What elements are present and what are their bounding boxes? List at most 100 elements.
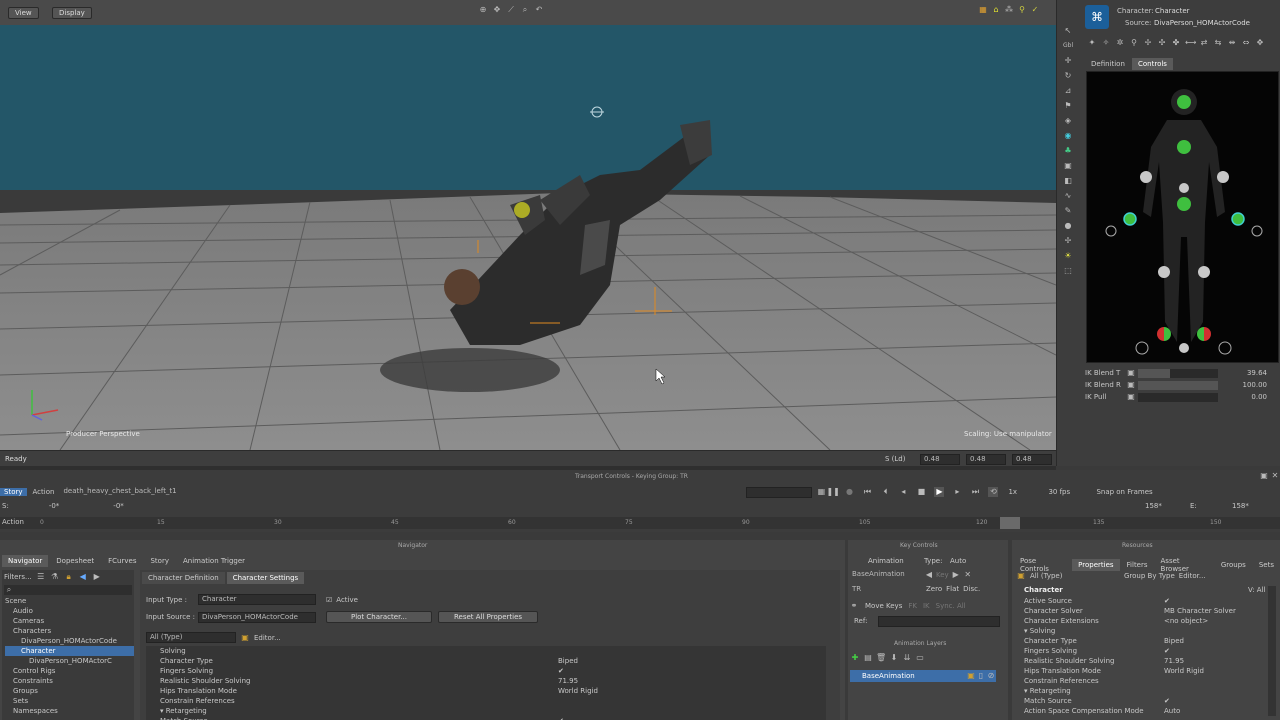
tab-animation-trigger[interactable]: Animation Trigger: [177, 555, 251, 567]
tab-groups[interactable]: Groups: [1215, 559, 1252, 571]
keying-group-select[interactable]: TR: [849, 585, 919, 596]
move-tool-icon[interactable]: ✥: [492, 5, 502, 15]
ik-slider[interactable]: [1138, 380, 1218, 390]
tab-story[interactable]: Story: [144, 555, 175, 567]
search-row[interactable]: ⌕: [4, 585, 132, 595]
property-row[interactable]: Character Solver MB Character Solver: [1016, 606, 1266, 616]
property-row[interactable]: ▾ Retargeting: [1016, 686, 1266, 696]
property-value[interactable]: World Rigid: [558, 686, 598, 696]
pivot-icon[interactable]: ✢: [1063, 236, 1073, 246]
goto-end-icon[interactable]: ⏭: [970, 487, 980, 497]
tab-properties[interactable]: Properties: [1072, 559, 1120, 571]
property-value[interactable]: ✔: [1164, 696, 1170, 706]
lock-icon[interactable]: ▣: [240, 633, 250, 643]
tree-item[interactable]: Control Rigs: [5, 666, 134, 676]
ik-value[interactable]: 39.64: [1247, 368, 1267, 378]
view-all[interactable]: V: All: [1248, 586, 1265, 594]
merge-icon[interactable]: ⬇: [889, 653, 899, 663]
tree-item[interactable]: Constraints: [5, 676, 134, 686]
close-icon[interactable]: ✕: [1270, 471, 1280, 481]
record-icon[interactable]: ●: [844, 487, 854, 497]
line-tool-icon[interactable]: ⟋: [506, 5, 516, 15]
add-layer-icon[interactable]: ✚: [850, 653, 860, 663]
property-row[interactable]: Fingers Solving ✔: [160, 666, 812, 676]
view-menu[interactable]: View: [8, 7, 39, 19]
delete-layer-icon[interactable]: 🗑︎: [876, 653, 886, 663]
scale-icon[interactable]: ⊿: [1063, 86, 1073, 96]
type-filter[interactable]: All (Type): [1030, 572, 1120, 580]
body-part-icon[interactable]: ✦: [1087, 38, 1097, 48]
property-value[interactable]: 71.95: [558, 676, 578, 686]
layer-select[interactable]: BaseAnimation: [849, 570, 919, 581]
tab-definition[interactable]: Definition: [1085, 58, 1131, 70]
ik-button[interactable]: IK: [923, 602, 930, 610]
goto-start-icon[interactable]: ⏮: [862, 487, 872, 497]
tree-item[interactable]: Scene: [5, 596, 134, 606]
prev-key-icon[interactable]: ⏴: [880, 487, 890, 497]
story-button[interactable]: Story: [0, 488, 27, 496]
sphere-icon[interactable]: ●: [1063, 221, 1073, 231]
key-button[interactable]: Key: [936, 571, 949, 579]
pose-icon[interactable]: ⇹: [1227, 38, 1237, 48]
input-type-select[interactable]: Character: [198, 594, 316, 605]
3d-viewport[interactable]: Producer Perspective Scaling: Use manipu…: [0, 25, 1056, 450]
nodes-icon[interactable]: ⁂: [1004, 5, 1014, 15]
play-icon[interactable]: ▶: [934, 487, 945, 497]
start-value-b[interactable]: -0*: [113, 502, 123, 510]
pin-tr-icon[interactable]: ✣: [1157, 38, 1167, 48]
character-controls-view[interactable]: [1086, 71, 1279, 363]
action-button[interactable]: Action: [33, 488, 55, 496]
pin-r-icon[interactable]: ✢: [1143, 38, 1153, 48]
pin-t-icon[interactable]: ⚲: [1129, 38, 1139, 48]
ik-value[interactable]: 0.00: [1251, 392, 1267, 402]
zero-button[interactable]: Zero: [926, 585, 942, 593]
fk-icon[interactable]: ⇆: [1213, 38, 1223, 48]
box-icon[interactable]: ◧: [1063, 176, 1073, 186]
end-value[interactable]: 158*: [1232, 502, 1249, 510]
zoom-tool-icon[interactable]: ⌕: [520, 5, 530, 15]
curve-icon[interactable]: ∿: [1063, 191, 1073, 201]
pointer-icon[interactable]: ↖: [1063, 26, 1073, 36]
disc-button[interactable]: Disc.: [963, 585, 980, 593]
reset-properties-button[interactable]: Reset All Properties: [438, 611, 538, 623]
property-row[interactable]: Match Source✔: [1016, 696, 1266, 706]
pause-icon[interactable]: ❚❚: [826, 487, 839, 497]
tab-character-definition[interactable]: Character Definition: [142, 572, 225, 584]
flat-button[interactable]: Flat: [946, 585, 959, 593]
property-row[interactable]: ▾ Solving: [1016, 626, 1266, 636]
prev-frame-icon[interactable]: ◂: [898, 487, 908, 497]
move-keys-button[interactable]: Move Keys: [865, 602, 902, 610]
property-value[interactable]: Biped: [558, 656, 578, 666]
ik-value[interactable]: 100.00: [1243, 380, 1268, 390]
check-icon[interactable]: ✓: [1030, 5, 1040, 15]
lock-icon[interactable]: ▣: [1016, 571, 1026, 581]
coord-field-a[interactable]: 0.48: [920, 454, 960, 465]
group-by-select[interactable]: Group By Type: [1124, 572, 1175, 580]
lock-icon[interactable]: 🔒︎: [64, 572, 74, 582]
property-row[interactable]: Solving: [160, 646, 812, 656]
property-row[interactable]: Match Source✔: [160, 716, 812, 720]
scrollbar[interactable]: [1268, 586, 1276, 716]
speed-select[interactable]: 1x: [1008, 488, 1044, 496]
ref-field[interactable]: [878, 616, 1000, 627]
property-value[interactable]: 71.95: [1164, 656, 1184, 666]
solo-icon[interactable]: ⊘: [986, 671, 996, 681]
global-icon[interactable]: Gbl: [1063, 41, 1073, 51]
tree-item[interactable]: Sets: [5, 696, 134, 706]
property-value[interactable]: MB Character Solver: [1164, 606, 1236, 616]
property-value[interactable]: Biped: [1164, 636, 1184, 646]
tree-item[interactable]: Groups: [5, 686, 134, 696]
property-row[interactable]: ▾ Retargeting: [160, 706, 812, 716]
fps-select[interactable]: 30 fps: [1048, 488, 1092, 496]
tab-filters[interactable]: Filters: [1121, 559, 1154, 571]
tree-item[interactable]: DivaPerson_HOMActorC: [5, 656, 134, 666]
ik-slider[interactable]: [1138, 392, 1218, 402]
display-mode-icon[interactable]: ▦: [978, 5, 988, 15]
ik-blend-icon[interactable]: ⇄: [1199, 38, 1209, 48]
camera-icon[interactable]: ◉: [1063, 131, 1073, 141]
timecode-field[interactable]: [746, 486, 813, 498]
rotate-icon[interactable]: ↻: [1063, 71, 1073, 81]
key-icon[interactable]: ▣: [1127, 368, 1135, 378]
property-row[interactable]: Constrain References: [160, 696, 812, 706]
move-all-icon[interactable]: ✥: [1255, 38, 1265, 48]
